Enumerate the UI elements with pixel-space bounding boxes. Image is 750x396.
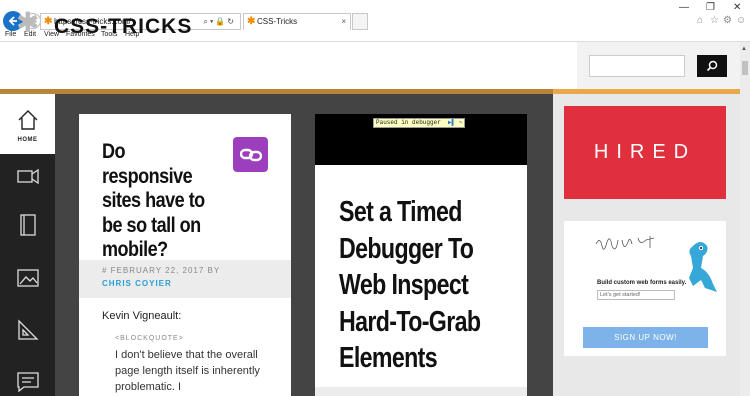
lock-icon[interactable]: 🔒 <box>215 17 227 26</box>
tab-css-tricks[interactable]: ✱ CSS-Tricks × <box>243 13 351 30</box>
nav-home-label: HOME <box>17 137 38 143</box>
video-camera-icon[interactable] <box>16 164 40 188</box>
dinosaur-mascot-icon <box>689 242 717 292</box>
search-icon[interactable]: ⌕ <box>203 17 209 26</box>
hired-ad[interactable]: HIRED <box>564 106 726 199</box>
settings-gear-icon[interactable]: ⚙ <box>723 15 732 26</box>
home-icon[interactable]: ⌂ <box>697 15 703 26</box>
article-2-meta <box>315 387 527 396</box>
page-scrollbar[interactable] <box>740 42 750 396</box>
site-title[interactable]: CSS-TRICKS <box>54 15 192 39</box>
new-tab-button[interactable] <box>352 13 368 30</box>
scrollbar-thumb[interactable] <box>742 61 748 75</box>
menu-file[interactable]: File <box>5 31 16 38</box>
article-2-title-line: Elements <box>339 342 438 374</box>
article-author-link[interactable]: CHRIS COYIER <box>102 279 172 288</box>
favorites-star-icon[interactable]: ☆ <box>710 15 719 26</box>
blockquote-text: I don't believe that the overall page le… <box>115 349 260 393</box>
feedback-smiley-icon[interactable]: ☺ <box>736 15 746 26</box>
ruler-triangle-icon[interactable] <box>16 318 40 342</box>
quote-author: Kevin Vigneault: <box>102 310 182 322</box>
tab-close-icon[interactable]: × <box>341 14 346 29</box>
search-input[interactable] <box>589 55 685 77</box>
handwriting-scribble-icon <box>595 236 655 250</box>
tab-title: CSS-Tricks <box>257 17 298 26</box>
refresh-icon[interactable]: ↻ <box>227 17 236 26</box>
debugger-badge-label: Paused in debugger <box>376 119 441 126</box>
sign-up-button[interactable]: SIGN UP NOW! <box>583 327 708 348</box>
article-2-title[interactable]: Set a Timed Debugger To Web Inspect Hard… <box>339 194 483 377</box>
article-2-title-line: Debugger To <box>339 232 474 265</box>
article-date: # FEBRUARY 22, 2017 BY <box>102 266 221 275</box>
close-window-icon[interactable]: ✕ <box>733 2 741 13</box>
article-title[interactable]: Do responsive sites have to be so tall o… <box>102 140 210 263</box>
minimize-icon[interactable]: — <box>679 2 689 13</box>
debugger-badge: Paused in debugger ▶▌ ↷ <box>373 118 466 128</box>
maximize-icon[interactable]: ❐ <box>706 2 715 13</box>
search-icon <box>706 60 718 72</box>
link-post-badge <box>233 137 268 172</box>
article-2-title-line: Web Inspect <box>339 269 469 301</box>
article-2-title-line: Set a Timed <box>339 196 462 228</box>
search-button[interactable] <box>697 55 727 77</box>
site-logo-icon[interactable]: ✱ <box>16 8 39 38</box>
site-header <box>0 42 577 90</box>
tab-favicon-icon: ✱ <box>247 16 256 27</box>
step-over-icon[interactable]: ↷ <box>459 119 463 126</box>
image-icon[interactable] <box>16 266 40 290</box>
article-2-title-line: Hard-To-Grab <box>339 305 481 338</box>
forms-ad-input[interactable]: Let's get started! <box>597 290 675 300</box>
link-chain-icon <box>239 148 262 161</box>
home-icon[interactable] <box>16 108 40 132</box>
site-favicon-icon: ✱ <box>44 16 53 27</box>
blockquote-tag: <BLOCKQUOTE> <box>115 335 184 342</box>
chat-bubble-icon[interactable] <box>16 370 40 394</box>
forms-ad-text: Build custom web forms easily. <box>597 280 687 286</box>
address-actions[interactable]: ⌕▾🔒↻ <box>203 14 236 29</box>
resume-icon[interactable]: ▶▌ <box>444 119 455 126</box>
book-icon[interactable] <box>16 213 40 237</box>
scroll-up-icon[interactable]: ▲ <box>741 46 747 52</box>
